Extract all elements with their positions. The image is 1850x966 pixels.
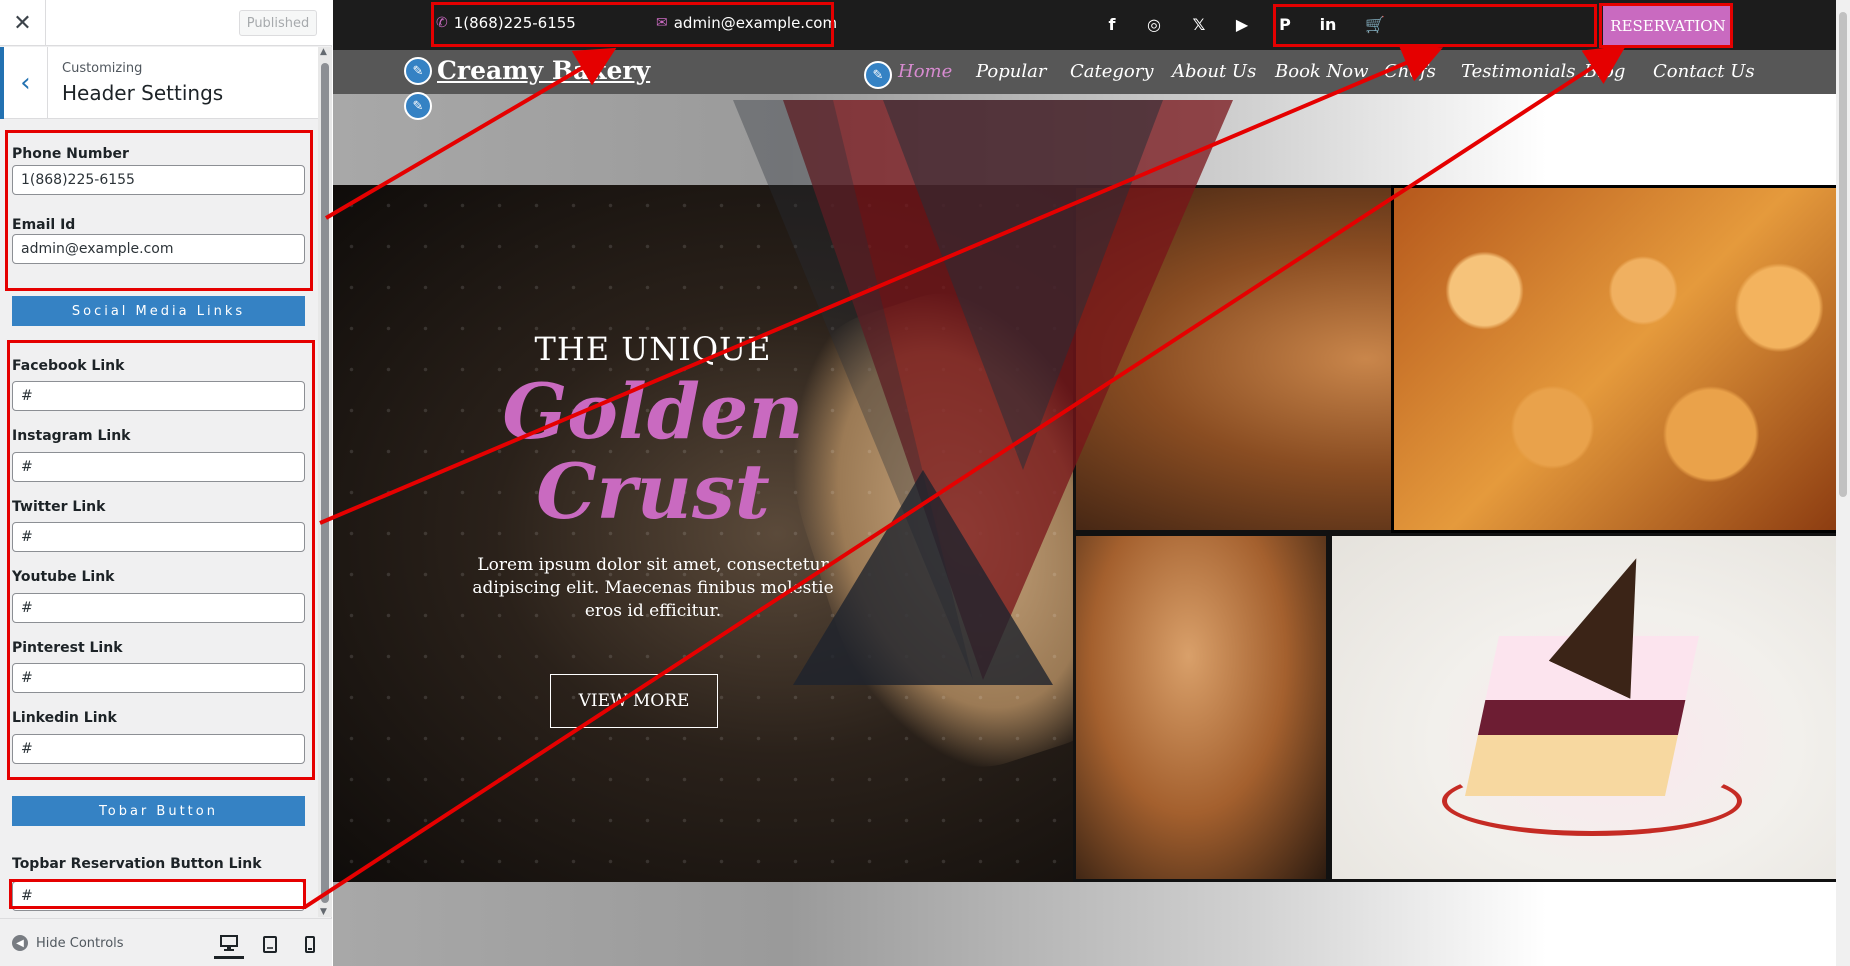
photo-cream-pastries	[1391, 185, 1850, 533]
topbar-email[interactable]: ✉ admin@example.com	[656, 14, 837, 32]
desktop-icon	[220, 934, 238, 951]
topbar-email-text: admin@example.com	[673, 14, 838, 32]
customizer-footer: ◀ Hide Controls	[0, 918, 332, 966]
breadcrumb: Customizing	[62, 61, 143, 76]
photo-cheesecake-slice	[1329, 533, 1850, 882]
nav-popular[interactable]: Popular	[976, 61, 1046, 82]
topbar-phone[interactable]: ✆ 1(868)225-6155	[436, 14, 576, 32]
close-icon: ✕	[13, 10, 32, 36]
reservation-button[interactable]: RESERVATION	[1603, 4, 1733, 47]
youtube-icon[interactable]: ▶	[1232, 13, 1252, 35]
nav-testimonials[interactable]: Testimonials	[1461, 61, 1575, 82]
nav-book-now[interactable]: Book Now	[1275, 61, 1369, 82]
envelope-icon: ✉	[656, 15, 668, 31]
customizer-sidebar: ✕ Published ‹ Customizing Header Setting…	[0, 0, 332, 966]
instagram-icon[interactable]: ◎	[1144, 13, 1164, 35]
site-topbar: ✆ 1(868)225-6155 ✉ admin@example.com f ◎…	[333, 0, 1850, 50]
phone-icon: ✆	[436, 15, 448, 31]
photo-muffin	[1073, 533, 1329, 882]
hero-description: Lorem ipsum dolor sit amet, consectetur …	[472, 555, 834, 621]
topbar-button-section-button[interactable]: Tobar Button	[12, 796, 305, 826]
hero-subtitle: THE UNIQUE	[534, 330, 772, 368]
tablet-icon	[263, 935, 277, 953]
reservation-link-input[interactable]	[12, 881, 305, 911]
section-header: ‹ Customizing Header Settings	[0, 47, 318, 119]
preview-scrollbar-thumb[interactable]	[1839, 12, 1847, 497]
site-navbar: Creamy Bakery Home Popular Category Abou…	[333, 50, 1850, 94]
phone-label: Phone Number	[12, 146, 129, 162]
linkedin-link-label: Linkedin Link	[12, 710, 117, 726]
nav-contact-us[interactable]: Contact Us	[1653, 61, 1755, 82]
customizer-topbar: ✕ Published	[0, 0, 332, 46]
mobile-icon	[305, 935, 315, 953]
edit-tagline-pencil-icon[interactable]: ✎	[404, 92, 432, 120]
facebook-link-label: Facebook Link	[12, 358, 125, 374]
youtube-link-input[interactable]	[12, 593, 305, 623]
twitter-link-input[interactable]	[12, 522, 305, 552]
social-media-links-section-button[interactable]: Social Media Links	[12, 296, 305, 326]
twitter-link-label: Twitter Link	[12, 499, 106, 515]
linkedin-link-input[interactable]	[12, 734, 305, 764]
edit-logo-pencil-icon[interactable]: ✎	[404, 57, 432, 85]
section-title: Header Settings	[62, 81, 224, 105]
nav-about-us[interactable]: About Us	[1172, 61, 1256, 82]
nav-blog[interactable]: Blog	[1584, 61, 1625, 82]
pinterest-link-label: Pinterest Link	[12, 640, 123, 656]
hide-controls-label: Hide Controls	[36, 935, 124, 951]
email-label: Email Id	[12, 217, 76, 233]
cart-icon[interactable]: 🛒	[1365, 13, 1385, 35]
pinterest-link-input[interactable]	[12, 663, 305, 693]
hero-title-line2: Crust	[536, 447, 770, 536]
email-input[interactable]	[12, 234, 305, 264]
scroll-up-arrow-icon[interactable]: ▲	[320, 47, 327, 57]
topbar-phone-text: 1(868)225-6155	[453, 14, 576, 32]
instagram-link-label: Instagram Link	[12, 428, 131, 444]
linkedin-icon[interactable]: in	[1318, 13, 1338, 35]
chevron-left-icon: ‹	[20, 68, 31, 98]
close-customizer-button[interactable]: ✕	[0, 0, 46, 46]
published-button[interactable]: Published	[239, 10, 317, 36]
site-logo[interactable]: Creamy Bakery	[437, 56, 650, 85]
edit-menu-pencil-icon[interactable]: ✎	[864, 61, 892, 89]
view-more-button[interactable]: VIEW MORE	[550, 674, 718, 728]
mobile-preview-button[interactable]	[295, 929, 325, 959]
facebook-link-input[interactable]	[12, 381, 305, 411]
twitter-x-icon[interactable]: 𝕏	[1189, 13, 1209, 35]
hide-controls-button[interactable]: ◀ Hide Controls	[12, 935, 124, 951]
preview-scrollbar[interactable]	[1836, 0, 1850, 966]
sidebar-scrollbar[interactable]: ▲ ▼	[318, 47, 332, 917]
facebook-icon[interactable]: f	[1102, 13, 1122, 35]
desktop-preview-button[interactable]	[214, 929, 244, 959]
instagram-link-input[interactable]	[12, 452, 305, 482]
site-preview: THE UNIQUE Golden Crust Lorem ipsum dolo…	[333, 0, 1850, 966]
pinterest-icon[interactable]: P	[1275, 13, 1295, 35]
hero-title-line1: Golden	[502, 367, 804, 456]
reservation-link-label: Topbar Reservation Button Link	[12, 856, 262, 872]
back-button[interactable]: ‹	[0, 47, 48, 119]
nav-home[interactable]: Home	[898, 61, 952, 82]
nav-chefs[interactable]: Chefs	[1384, 61, 1436, 82]
sauce-swirl-image	[1442, 766, 1742, 836]
youtube-link-label: Youtube Link	[12, 569, 115, 585]
sidebar-scrollbar-thumb[interactable]	[321, 63, 329, 903]
phone-input[interactable]	[12, 165, 305, 195]
nav-category[interactable]: Category	[1070, 61, 1154, 82]
scroll-down-arrow-icon[interactable]: ▼	[320, 907, 327, 917]
tablet-preview-button[interactable]	[255, 929, 285, 959]
collapse-arrow-icon: ◀	[12, 935, 28, 951]
hero-text-block: THE UNIQUE Golden Crust Lorem ipsum dolo…	[453, 330, 853, 623]
